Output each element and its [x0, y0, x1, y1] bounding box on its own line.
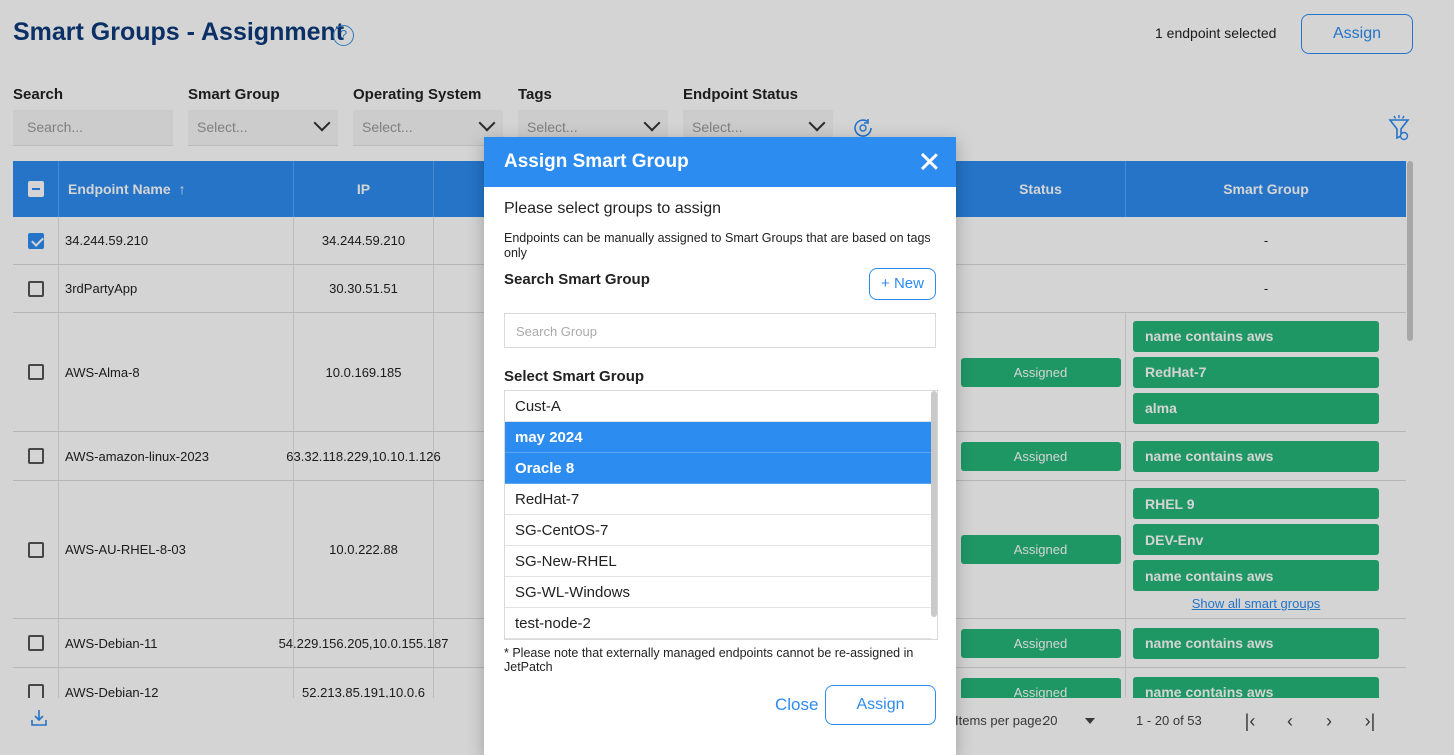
list-item[interactable]: may 2024 — [505, 422, 931, 453]
list-item[interactable]: SG-New-RHEL — [505, 546, 931, 577]
list-scrollbar[interactable] — [931, 391, 937, 617]
list-item[interactable]: Cust-A — [505, 391, 931, 422]
close-icon[interactable] — [920, 152, 938, 170]
search-group-placeholder: Search Group — [516, 324, 597, 339]
dialog-subtitle: Please select groups to assign — [504, 200, 722, 217]
dialog-note: Endpoints can be manually assigned to Sm… — [504, 231, 931, 260]
assign-smart-group-dialog: Assign Smart Group Please select groups … — [484, 137, 956, 755]
list-item[interactable]: SG-WL-Windows — [505, 577, 931, 608]
dialog-assign-button[interactable]: Assign — [825, 685, 936, 725]
new-smart-group-button[interactable]: + New — [869, 268, 936, 300]
dialog-footnote: * Please note that externally managed en… — [504, 646, 914, 674]
list-item[interactable]: RedHat-7 — [505, 484, 931, 515]
close-button[interactable]: Close — [775, 695, 818, 715]
select-smart-group-label: Select Smart Group — [504, 368, 645, 385]
dialog-header: Assign Smart Group — [484, 137, 956, 187]
search-group-input[interactable]: Search Group — [504, 313, 936, 348]
list-item[interactable]: SG-CentOS-7 — [505, 515, 931, 546]
list-item[interactable]: test-node-2 — [505, 608, 931, 639]
list-item[interactable]: Oracle 8 — [505, 453, 931, 484]
smart-group-list: Cust-A may 2024 Oracle 8 RedHat-7 SG-Cen… — [504, 390, 938, 640]
search-smart-group-label: Search Smart Group — [504, 271, 650, 288]
dialog-title: Assign Smart Group — [504, 151, 689, 172]
